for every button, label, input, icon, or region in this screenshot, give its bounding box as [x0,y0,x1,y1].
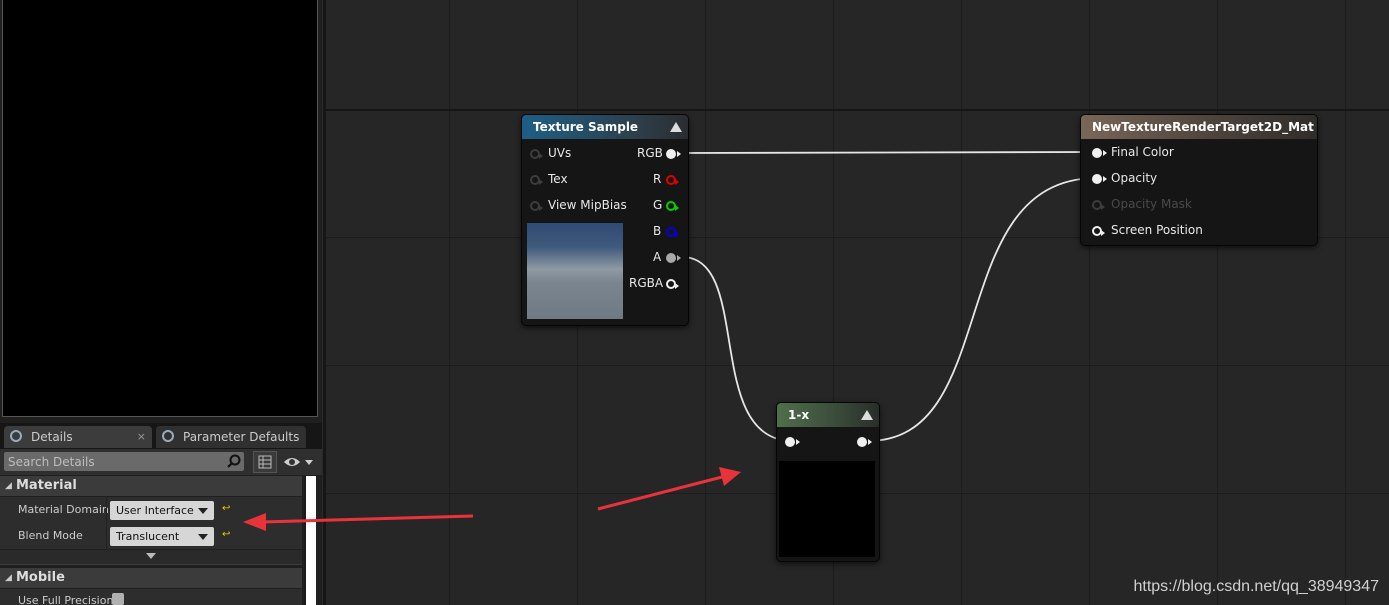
pin-g-output[interactable] [666,201,679,211]
node-texture-sample[interactable]: Texture Sample UVs Tex View MipBias RGB … [521,114,689,326]
use-full-precision-checkbox[interactable] [112,593,124,605]
reset-to-default-icon[interactable]: ↩ [222,529,230,540]
close-icon[interactable]: × [137,426,146,448]
expand-arrow-icon: ◢ [5,481,12,491]
collapse-arrow-icon[interactable] [670,122,682,132]
column-divider[interactable] [106,497,107,523]
magnifier-icon [162,430,174,442]
pin-label: R [653,172,662,186]
pin-label: A [653,250,662,264]
pin-label: Tex [548,172,568,186]
expand-arrow-icon: ◢ [5,573,12,583]
search-icon[interactable] [227,454,241,468]
wire-rgb-to-final-color [681,151,1098,154]
details-search-row [0,449,322,475]
pin-label: Final Color [1111,145,1174,159]
pin-label: RGBA [629,276,664,290]
node-one-minus[interactable]: 1-x [776,402,880,562]
eye-icon [284,458,313,466]
tab-parameter-defaults[interactable]: Parameter Defaults [156,426,306,448]
pin-output[interactable] [857,437,872,447]
view-options-button[interactable] [282,452,316,472]
tab-details[interactable]: Details × [4,426,152,448]
chevron-down-icon [146,553,156,559]
collapse-arrow-icon[interactable] [861,410,873,420]
node-preview [779,461,875,557]
pin-a-output[interactable] [666,253,681,263]
column-divider[interactable] [106,523,107,549]
pin-label: G [653,198,663,212]
pin-view-mipbias-input[interactable] [530,201,543,211]
dropdown-value: User Interface [116,504,194,517]
pin-tex-input[interactable] [530,175,543,185]
node-material-result[interactable]: NewTextureRenderTarget2D_Mat Final Color… [1080,114,1318,246]
pin-screen-position-input[interactable] [1092,226,1105,236]
category-material-header[interactable]: ◢ Material [0,476,302,496]
pin-label: Screen Position [1111,223,1203,237]
property-row-blend-mode: Blend Mode Translucent ↩ [0,523,302,549]
property-matrix-button[interactable] [253,451,277,473]
pin-r-output[interactable] [666,175,679,185]
node-header[interactable]: Texture Sample [522,115,688,139]
pin-rgb-output[interactable] [666,149,681,159]
category-mobile-label: Mobile [16,570,65,585]
pin-label-disabled: Opacity Mask [1111,197,1192,211]
pin-label: RGB [637,146,663,160]
pin-input[interactable] [785,437,800,447]
property-row-use-full-precision: Use Full Precision [0,589,302,605]
grid-icon [258,455,272,469]
material-graph-canvas[interactable]: Texture Sample UVs Tex View MipBias RGB … [323,0,1389,605]
pin-label: View MipBias [548,198,627,212]
wire-one-minus-to-opacity [867,177,1098,442]
blend-mode-dropdown[interactable]: Translucent [110,527,214,546]
property-label: Blend Mode [18,529,83,542]
tab-parameter-defaults-label: Parameter Defaults [183,430,300,444]
reset-to-default-icon[interactable]: ↩ [222,503,230,514]
pin-final-color-input[interactable] [1092,148,1107,158]
pin-label: Opacity [1111,171,1158,185]
node-header[interactable]: 1-x [777,403,879,427]
pin-label: UVs [548,146,572,160]
search-details-input[interactable] [4,452,244,471]
magnifier-icon [10,430,22,442]
tab-details-label: Details [31,430,73,444]
material-domain-dropdown[interactable]: User Interface [110,501,214,520]
node-title: NewTextureRenderTarget2D_Mat [1092,120,1314,134]
pin-b-output[interactable] [666,227,679,237]
texture-thumbnail [527,223,623,319]
pin-opacity-input[interactable] [1092,174,1107,184]
show-advanced-toggle[interactable] [0,550,302,565]
material-preview-viewport[interactable] [2,0,318,417]
pin-uvs-input[interactable] [530,149,543,159]
panel-tab-bar: Details × Parameter Defaults [0,423,322,449]
pin-label: B [653,224,662,238]
dropdown-value: Translucent [116,530,180,543]
property-row-material-domain: Material Domain User Interface ↩ [0,497,302,523]
chevron-down-icon [198,508,208,514]
details-scrollbar[interactable] [304,476,316,605]
pin-opacity-mask-input [1092,200,1105,210]
property-label: Use Full Precision [18,594,114,605]
property-label: Material Domain [18,503,109,516]
category-mobile-header[interactable]: ◢ Mobile [0,568,302,588]
watermark: https://blog.csdn.net/qq_38949347 [1133,578,1379,595]
pin-rgba-output[interactable] [666,279,679,289]
node-header[interactable]: NewTextureRenderTarget2D_Mat [1081,115,1317,139]
category-material-label: Material [16,478,77,493]
node-title: Texture Sample [533,120,639,134]
chevron-down-icon [198,534,208,540]
node-title: 1-x [788,408,810,422]
left-panel: Details × Parameter Defaults Search Deta… [0,0,322,605]
